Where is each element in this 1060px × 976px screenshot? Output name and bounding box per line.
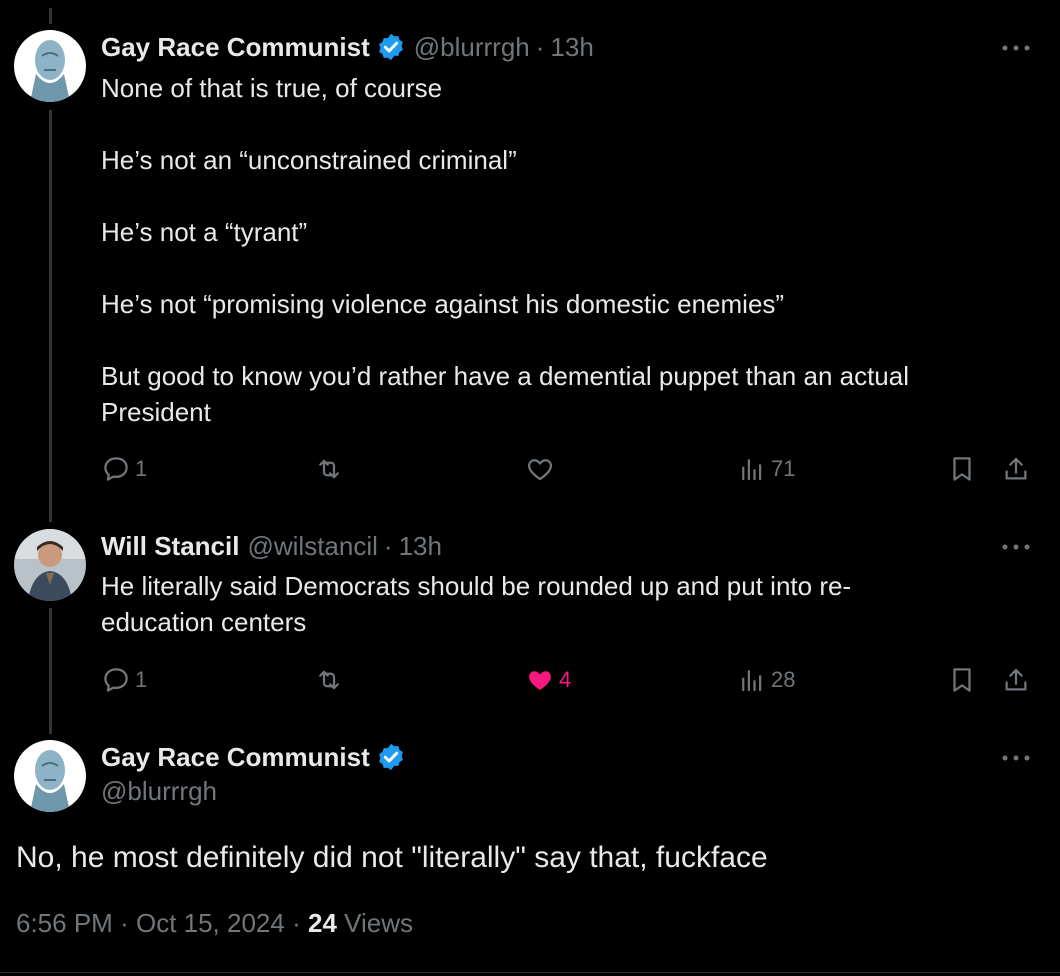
views-button[interactable]: 71 — [737, 451, 795, 487]
bookmark-button[interactable] — [947, 662, 977, 698]
tweet-meta: 6:56 PM · Oct 15, 2024 · 24 Views — [16, 908, 413, 939]
repost-button[interactable] — [314, 451, 348, 487]
date[interactable]: Oct 15, 2024 — [136, 908, 285, 938]
repost-button[interactable] — [314, 662, 348, 698]
bookmark-icon — [953, 457, 971, 481]
avatar[interactable] — [14, 529, 86, 601]
separator-dot: · — [383, 530, 393, 561]
reply-icon — [104, 457, 128, 481]
thread-connector-line — [49, 110, 52, 522]
views-label: Views — [344, 908, 414, 938]
avatar[interactable] — [14, 740, 86, 812]
author-handle[interactable]: @blurrrgh — [101, 776, 217, 807]
share-icon — [1005, 668, 1027, 691]
tweet-header: Will Stancil @wilstancil · 13h — [101, 529, 442, 563]
author-name[interactable]: Gay Race Communist — [101, 32, 370, 63]
person-photo-avatar-icon — [14, 529, 86, 601]
author-name[interactable]: Gay Race Communist — [101, 742, 370, 773]
grey-statue-avatar-icon — [14, 30, 86, 102]
separator-dot: · — [292, 908, 301, 938]
share-button[interactable] — [1001, 451, 1031, 487]
tweet-text: None of that is true, of course He’s not… — [101, 73, 910, 427]
like-count: 4 — [559, 667, 572, 692]
bookmark-icon — [953, 668, 971, 692]
author-handle[interactable]: @wilstancil — [247, 531, 377, 562]
tweet-actions: 1 4 28 — [101, 662, 1041, 698]
tweet-text: He literally said Democrats should be ro… — [101, 571, 852, 637]
avatar[interactable] — [14, 30, 86, 102]
timestamp[interactable]: 13h — [550, 32, 593, 63]
verified-badge-icon — [378, 33, 403, 61]
tweet-actions: 1 71 — [101, 451, 1041, 487]
timestamp[interactable]: 13h — [399, 531, 442, 562]
author-name[interactable]: Will Stancil — [101, 531, 239, 562]
reply-icon — [104, 668, 128, 692]
reply-button[interactable]: 1 — [101, 451, 147, 487]
like-button[interactable]: 4 — [525, 662, 571, 698]
timestamp[interactable]: 6:56 PM — [16, 908, 113, 938]
tweet-header: Gay Race Communist — [101, 740, 414, 774]
more-options-icon[interactable] — [1000, 40, 1032, 56]
separator-dot: · — [120, 908, 129, 938]
more-options-icon[interactable] — [1000, 539, 1032, 555]
more-options-icon[interactable] — [1000, 750, 1032, 766]
author-handle[interactable]: @blurrrgh — [414, 32, 530, 63]
views-button[interactable]: 28 — [737, 662, 795, 698]
tweet-header: Gay Race Communist @blurrrgh · 13h — [101, 30, 594, 64]
repost-icon — [319, 670, 339, 690]
heart-filled-icon — [529, 671, 551, 690]
thread-connector-line — [49, 8, 52, 24]
views-count: 24 — [308, 908, 337, 938]
tweet-text: No, he most definitely did not "literall… — [16, 841, 768, 874]
verified-badge-icon — [378, 743, 403, 771]
reply-button[interactable]: 1 — [101, 662, 147, 698]
views-count: 28 — [771, 667, 796, 692]
repost-icon — [319, 459, 339, 479]
views-chart-icon — [742, 670, 762, 692]
heart-icon — [527, 459, 553, 481]
bookmark-button[interactable] — [947, 451, 977, 487]
share-button[interactable] — [1001, 662, 1031, 698]
divider — [0, 972, 1060, 973]
views-count: 71 — [771, 456, 796, 481]
reply-count: 1 — [135, 667, 148, 692]
grey-statue-avatar-icon — [14, 740, 86, 812]
like-button[interactable] — [525, 451, 559, 487]
views-chart-icon — [742, 459, 762, 481]
reply-count: 1 — [135, 456, 148, 481]
share-icon — [1005, 457, 1027, 480]
thread-connector-line — [49, 608, 52, 734]
separator-dot: · — [535, 31, 545, 62]
